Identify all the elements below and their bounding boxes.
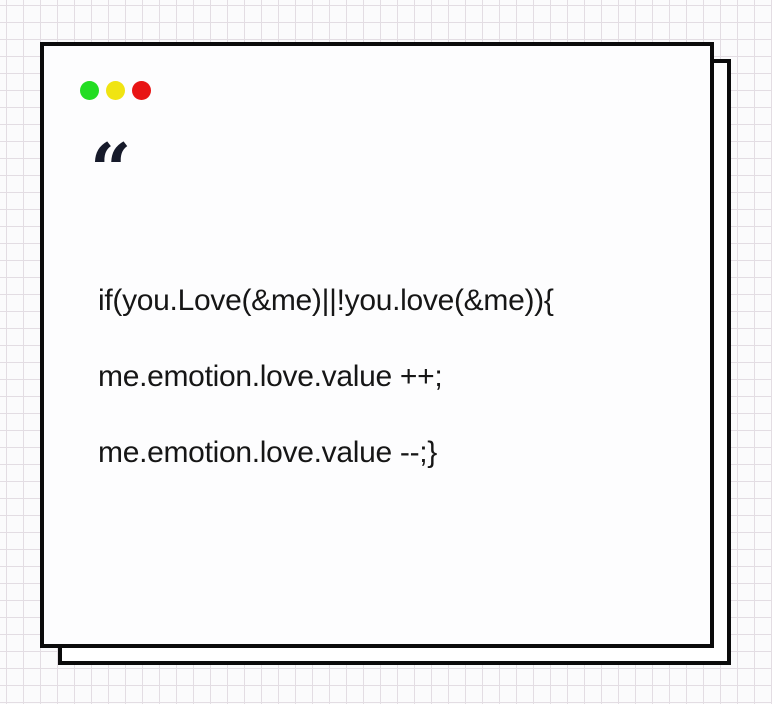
code-line: me.emotion.love.value --;}: [98, 436, 438, 469]
code-line: if(you.Love(&me)||!you.love(&me)){: [98, 284, 554, 317]
quote-mark-icon: “: [90, 127, 132, 212]
red-dot-icon[interactable]: [132, 81, 151, 100]
window-controls: [80, 81, 151, 100]
code-card: “ if(you.Love(&me)||!you.love(&me)){ me.…: [40, 42, 714, 648]
code-line: me.emotion.love.value ++;: [98, 360, 443, 393]
code-block: if(you.Love(&me)||!you.love(&me)){ me.em…: [98, 282, 554, 510]
yellow-dot-icon[interactable]: [106, 81, 125, 100]
green-dot-icon[interactable]: [80, 81, 99, 100]
